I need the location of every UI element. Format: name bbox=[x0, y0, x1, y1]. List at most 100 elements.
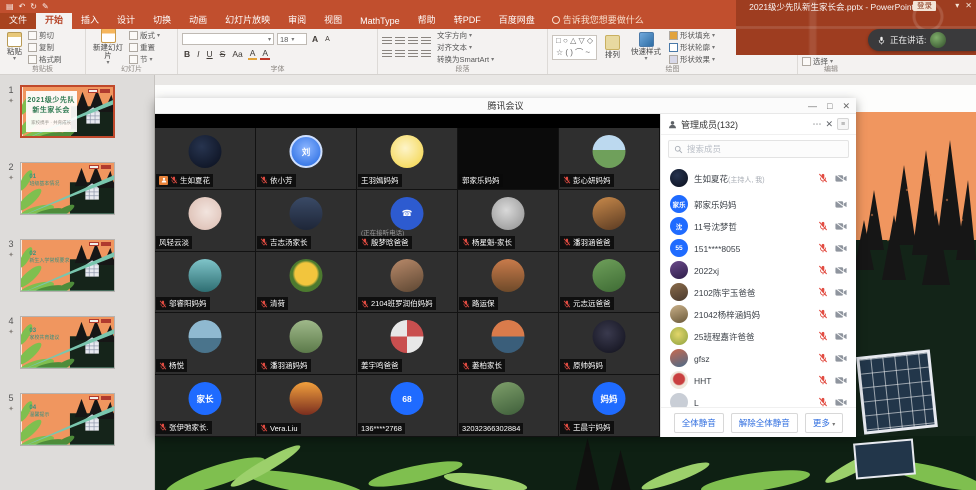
camera-off-icon[interactable] bbox=[835, 266, 847, 275]
ribbon-options-icon[interactable]: ▾ bbox=[955, 1, 959, 10]
video-tile[interactable]: 生如夏花 bbox=[155, 128, 256, 190]
close-icon[interactable]: ✕ bbox=[825, 119, 833, 130]
spacing-icon[interactable] bbox=[421, 37, 431, 46]
video-tile[interactable]: ☎ (正在接听电话) 殷梦晗爸爸 bbox=[357, 190, 458, 252]
tab-view[interactable]: 视图 bbox=[315, 11, 351, 29]
member-row[interactable]: 2022xj bbox=[661, 259, 856, 281]
video-tile[interactable]: 路运保 bbox=[458, 252, 559, 314]
tab-help[interactable]: 帮助 bbox=[409, 11, 445, 29]
shape-outline-button[interactable]: 形状轮廓▾ bbox=[669, 42, 715, 53]
member-row[interactable]: HHT bbox=[661, 369, 856, 391]
maximize-icon[interactable]: □ bbox=[827, 101, 832, 111]
tab-slideshow[interactable]: 幻灯片放映 bbox=[216, 11, 279, 29]
member-row[interactable]: 55 151****8055 bbox=[661, 237, 856, 259]
thumbnail-image[interactable]: 2021级少先队 新生家长会 家校携手 · 共育成长 bbox=[20, 85, 115, 138]
font-color-button[interactable]: A bbox=[260, 48, 270, 60]
video-tile[interactable]: 蒌柏家长 bbox=[458, 313, 559, 375]
shapes-gallery[interactable]: □ ○ △ ▽ ◇ ☆ ( ) ⌒ ~ bbox=[552, 35, 597, 60]
member-row[interactable]: 家乐 郭家乐妈妈 bbox=[661, 193, 856, 215]
grow-font-button[interactable]: A bbox=[310, 34, 320, 44]
slide-thumb-5[interactable]: 5✦ 04温馨提示 bbox=[2, 393, 154, 446]
align-center-icon[interactable] bbox=[395, 50, 405, 59]
video-tile[interactable]: Vera.Liu bbox=[256, 375, 357, 437]
mic-off-icon[interactable] bbox=[818, 243, 828, 253]
new-slide-button[interactable]: 新建幻灯片▾ bbox=[90, 28, 126, 67]
camera-off-icon[interactable] bbox=[835, 354, 847, 363]
camera-off-icon[interactable] bbox=[835, 222, 847, 231]
bold-button[interactable]: B bbox=[182, 49, 192, 59]
indent-icon[interactable] bbox=[408, 37, 418, 46]
unmute-all-button[interactable]: 解除全体静音 bbox=[731, 413, 798, 433]
arrange-button[interactable]: 排列 bbox=[602, 35, 623, 59]
video-tile[interactable]: 家长 张伊弛家长. bbox=[155, 375, 256, 437]
tab-insert[interactable]: 插入 bbox=[72, 11, 108, 29]
video-tile[interactable]: 姜宇鸣爸爸 bbox=[357, 313, 458, 375]
reset-button[interactable]: 重置 bbox=[129, 42, 160, 53]
slide-thumb-3[interactable]: 3✦ 02新生入学常规要求 bbox=[2, 239, 154, 292]
camera-off-icon[interactable] bbox=[835, 398, 847, 407]
tab-file[interactable]: 文件 bbox=[0, 11, 36, 29]
tab-animations[interactable]: 动画 bbox=[180, 11, 216, 29]
video-tile[interactable]: 32032366302884 bbox=[458, 375, 559, 437]
member-row[interactable]: 生如夏花(主持人, 我) bbox=[661, 163, 856, 193]
thumbnail-image[interactable]: 03家校共育建议 bbox=[20, 316, 115, 369]
tab-addin[interactable]: 百度网盘 bbox=[490, 11, 544, 29]
minimize-icon[interactable]: — bbox=[808, 101, 817, 111]
mic-off-icon[interactable] bbox=[818, 309, 828, 319]
thumbnail-image[interactable]: 04温馨提示 bbox=[20, 393, 115, 446]
meeting-titlebar[interactable]: 腾讯会议 — □ ✕ bbox=[155, 98, 856, 114]
video-tile[interactable]: 潘羽涵妈妈 bbox=[256, 313, 357, 375]
cut-button[interactable]: 剪切 bbox=[28, 30, 62, 41]
copy-button[interactable]: 复制 bbox=[28, 42, 62, 53]
video-tile[interactable]: 68 136****2768 bbox=[357, 375, 458, 437]
panel-collapse-icon[interactable]: ≡ bbox=[837, 118, 849, 130]
more-button[interactable]: 更多 ▾ bbox=[805, 413, 843, 433]
more-icon[interactable]: ⋯ bbox=[812, 119, 821, 130]
close-icon[interactable]: ✕ bbox=[965, 1, 972, 10]
highlight-color-button[interactable]: A bbox=[248, 48, 258, 60]
close-icon[interactable]: ✕ bbox=[842, 101, 850, 112]
video-tile[interactable]: 王羽嫣妈妈 bbox=[357, 128, 458, 190]
align-left-icon[interactable] bbox=[382, 50, 392, 59]
video-tile[interactable]: 吉志汤家长 bbox=[256, 190, 357, 252]
align-text-button[interactable]: 对齐文本▾ bbox=[437, 42, 494, 53]
video-tile[interactable]: 郭家乐妈妈 bbox=[458, 128, 559, 190]
member-row[interactable]: 2102陈宇玉爸爸 bbox=[661, 281, 856, 303]
video-tile[interactable]: 原帅妈妈 bbox=[559, 313, 660, 375]
tab-review[interactable]: 审阅 bbox=[279, 11, 315, 29]
mic-off-icon[interactable] bbox=[818, 397, 828, 407]
video-tile[interactable]: 妈妈 王晨宁妈妈 bbox=[559, 375, 660, 437]
redo-icon[interactable]: ↻ bbox=[30, 2, 37, 11]
mute-all-button[interactable]: 全体静音 bbox=[674, 413, 724, 433]
justify-icon[interactable] bbox=[421, 50, 431, 59]
italic-button[interactable]: I bbox=[195, 49, 201, 59]
member-row[interactable]: 沈 11号沈梦哲 bbox=[661, 215, 856, 237]
shrink-font-button[interactable]: A bbox=[323, 36, 332, 43]
mic-off-icon[interactable] bbox=[818, 221, 828, 231]
camera-off-icon[interactable] bbox=[835, 288, 847, 297]
font-size-select[interactable]: 18▾ bbox=[277, 33, 307, 45]
camera-off-icon[interactable] bbox=[835, 244, 847, 253]
font-family-select[interactable]: ▾ bbox=[182, 33, 274, 45]
mic-off-icon[interactable] bbox=[818, 375, 828, 385]
video-tile[interactable]: 杨星魁-家长 bbox=[458, 190, 559, 252]
mic-off-icon[interactable] bbox=[818, 353, 828, 363]
video-tile[interactable]: 元志远爸爸 bbox=[559, 252, 660, 314]
numbering-icon[interactable] bbox=[395, 37, 405, 46]
strikethrough-button[interactable]: S bbox=[218, 49, 228, 59]
align-right-icon[interactable] bbox=[408, 50, 418, 59]
thumbnail-image[interactable]: 02新生入学常规要求 bbox=[20, 239, 115, 292]
undo-icon[interactable]: ↶ bbox=[19, 2, 26, 11]
underline-button[interactable]: U bbox=[205, 49, 215, 59]
camera-off-icon[interactable] bbox=[835, 174, 847, 183]
member-row[interactable]: 25班程嘉许爸爸 bbox=[661, 325, 856, 347]
camera-off-icon[interactable] bbox=[835, 376, 847, 385]
paste-button[interactable]: 粘贴▾ bbox=[4, 32, 25, 63]
quick-styles-button[interactable]: 快速样式▾ bbox=[628, 32, 664, 63]
video-tile[interactable]: 潘羽涵爸爸 bbox=[559, 190, 660, 252]
slide-thumb-4[interactable]: 4✦ 03家校共育建议 bbox=[2, 316, 154, 369]
tellme-box[interactable]: 告诉我您想要做什么 bbox=[544, 11, 652, 29]
signin-button[interactable]: 登录 bbox=[913, 1, 936, 11]
text-direction-button[interactable]: 文字方向▾ bbox=[437, 30, 494, 41]
member-row[interactable]: gfsz bbox=[661, 347, 856, 369]
